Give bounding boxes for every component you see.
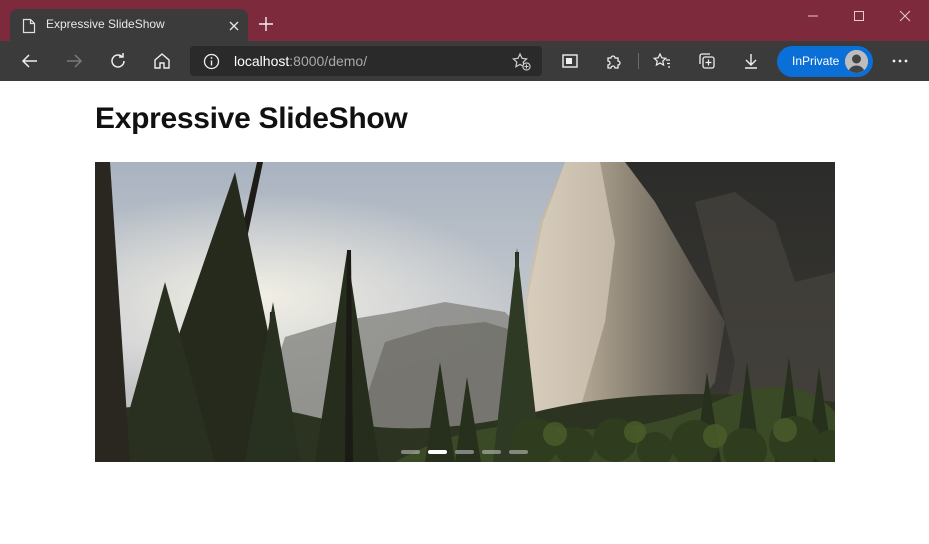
tab-title: Expressive SlideShow bbox=[46, 17, 165, 31]
close-icon[interactable] bbox=[226, 18, 242, 34]
minimize-icon[interactable] bbox=[803, 6, 823, 26]
slide-indicators bbox=[401, 450, 531, 456]
slide-indicator-dot[interactable] bbox=[509, 450, 528, 454]
favorites-icon[interactable] bbox=[652, 51, 672, 71]
maximize-icon[interactable] bbox=[849, 6, 869, 26]
toolbar-separator bbox=[638, 53, 639, 69]
reader-view-icon[interactable] bbox=[560, 51, 580, 71]
forward-icon[interactable] bbox=[64, 51, 84, 71]
url-path: :8000/demo/ bbox=[289, 53, 368, 69]
extensions-icon[interactable] bbox=[604, 51, 624, 71]
user-icon bbox=[845, 50, 868, 73]
info-icon[interactable] bbox=[203, 53, 220, 70]
page-content: Expressive SlideShow bbox=[0, 81, 929, 544]
close-icon[interactable] bbox=[895, 6, 915, 26]
home-icon[interactable] bbox=[152, 51, 172, 71]
slide-image bbox=[95, 162, 835, 462]
refresh-icon[interactable] bbox=[108, 51, 128, 71]
page-icon bbox=[22, 18, 36, 34]
more-icon[interactable] bbox=[890, 51, 910, 71]
downloads-icon[interactable] bbox=[741, 51, 761, 71]
browser-toolbar: localhost:8000/demo/ InPrivate bbox=[0, 41, 929, 81]
inprivate-button[interactable]: InPrivate bbox=[777, 46, 873, 77]
slide-indicator-dot[interactable] bbox=[455, 450, 474, 454]
collections-icon[interactable] bbox=[697, 51, 717, 71]
slide-indicator-dot[interactable] bbox=[482, 450, 501, 454]
back-icon[interactable] bbox=[20, 51, 40, 71]
inprivate-label: InPrivate bbox=[792, 54, 840, 68]
url-text[interactable]: localhost:8000/demo/ bbox=[234, 53, 367, 69]
add-favorite-icon[interactable] bbox=[512, 52, 531, 71]
title-bar: Expressive SlideShow bbox=[0, 0, 929, 41]
avatar bbox=[845, 50, 868, 73]
plus-icon[interactable] bbox=[257, 15, 275, 33]
url-host: localhost bbox=[234, 53, 290, 69]
slide-indicator-dot[interactable] bbox=[428, 450, 447, 454]
browser-tab[interactable]: Expressive SlideShow bbox=[10, 9, 248, 41]
slideshow[interactable] bbox=[95, 162, 835, 462]
slide-indicator-dot[interactable] bbox=[401, 450, 420, 454]
page-title: Expressive SlideShow bbox=[95, 102, 408, 135]
address-bar[interactable]: localhost:8000/demo/ bbox=[190, 46, 542, 76]
